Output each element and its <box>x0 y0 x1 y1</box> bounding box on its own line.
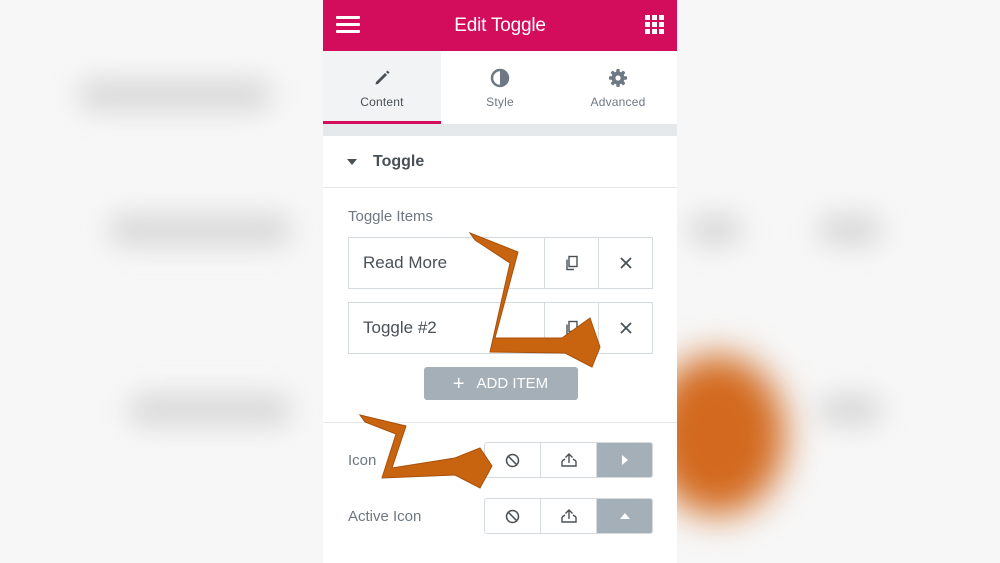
section-title: Toggle <box>373 152 425 170</box>
caret-down-icon <box>347 158 357 165</box>
hamburger-icon[interactable] <box>336 16 360 34</box>
plus-icon: + <box>452 372 465 395</box>
add-item-wrap: + ADD ITEM <box>348 367 653 400</box>
half-circle-icon <box>490 66 510 90</box>
grid-icon[interactable] <box>645 15 664 34</box>
repeater-item-title[interactable]: Read More <box>349 238 544 288</box>
upload-icon[interactable] <box>541 443 597 477</box>
caret-right-icon[interactable] <box>597 443 652 477</box>
section-content: Toggle Items Read More Toggle #2 + ADD I… <box>323 188 677 534</box>
none-icon[interactable] <box>485 499 541 533</box>
repeater-item: Read More <box>348 237 653 289</box>
section-toggle-header[interactable]: Toggle <box>323 136 677 188</box>
pencil-icon <box>373 66 391 90</box>
duplicate-icon[interactable] <box>544 303 598 353</box>
add-item-label: ADD ITEM <box>476 375 549 392</box>
editor-panel: Edit Toggle Content Style Advanced Toggl… <box>323 0 677 563</box>
toggle-items-label: Toggle Items <box>348 208 434 225</box>
active-icon-control: Active Icon <box>348 498 653 534</box>
none-icon[interactable] <box>485 443 541 477</box>
add-item-button[interactable]: + ADD ITEM <box>423 367 578 400</box>
tab-advanced[interactable]: Advanced <box>559 51 677 124</box>
tab-style-label: Style <box>486 95 514 109</box>
repeater-item: Toggle #2 <box>348 302 653 354</box>
tab-style[interactable]: Style <box>441 51 559 124</box>
gear-icon <box>608 66 628 90</box>
caret-up-icon[interactable] <box>597 499 652 533</box>
tab-content-label: Content <box>360 95 404 109</box>
tab-content[interactable]: Content <box>323 51 441 124</box>
panel-title: Edit Toggle <box>454 14 546 36</box>
panel-header: Edit Toggle <box>323 0 677 51</box>
panel-tabs: Content Style Advanced <box>323 51 677 124</box>
repeater-item-title[interactable]: Toggle #2 <box>349 303 544 353</box>
icon-control-label: Icon <box>348 451 377 469</box>
tab-advanced-label: Advanced <box>590 95 646 109</box>
close-icon[interactable] <box>598 238 652 288</box>
icon-control: Icon <box>348 442 653 478</box>
upload-icon[interactable] <box>541 499 597 533</box>
icon-choices <box>484 442 653 478</box>
section-separator <box>323 422 677 423</box>
tabs-divider <box>323 124 677 136</box>
duplicate-icon[interactable] <box>544 238 598 288</box>
active-icon-choices <box>484 498 653 534</box>
active-icon-control-label: Active Icon <box>348 507 422 525</box>
close-icon[interactable] <box>598 303 652 353</box>
